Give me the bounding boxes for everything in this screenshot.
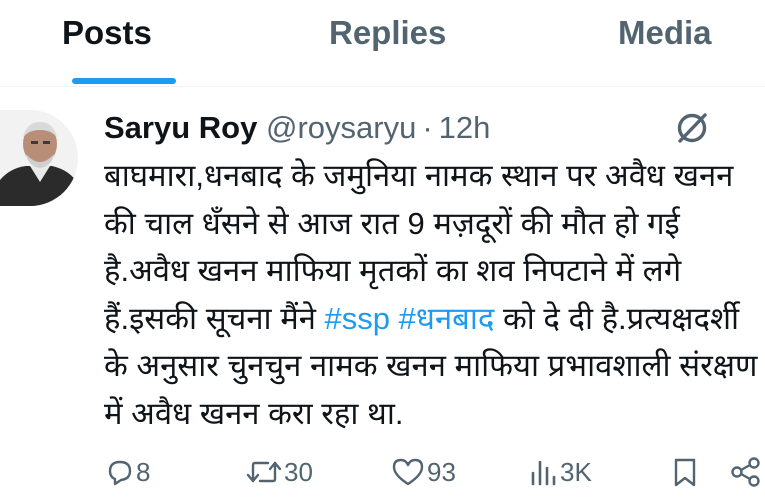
tweet-line: के अनुसार चुनचुन नामक खनन माफिया प्रभावश…	[104, 348, 758, 383]
author-handle[interactable]: @roysaryu	[266, 110, 416, 145]
bookmark-icon	[674, 458, 696, 487]
bookmark-button[interactable]	[670, 452, 700, 492]
tweet-text-segment: को दे दी है.प्रत्यक्षदर्शी	[494, 300, 740, 336]
tweet-line: बाघमारा,धनबाद के जमुनिया नामक स्थान पर अ…	[104, 158, 734, 193]
tab-posts[interactable]: Posts	[62, 14, 152, 52]
heart-icon	[392, 458, 424, 486]
active-tab-indicator	[72, 78, 176, 84]
reply-icon	[108, 460, 132, 486]
views-icon	[531, 460, 556, 486]
separator-dot: ·	[422, 110, 433, 145]
tab-replies[interactable]: Replies	[329, 14, 446, 52]
tweet-header: Saryu Roy @roysaryu · 12h	[104, 108, 490, 148]
tweet-line: में अवैध खनन करा रहा था.	[104, 395, 404, 431]
author-name[interactable]: Saryu Roy	[104, 110, 257, 145]
like-button[interactable]: 93	[391, 452, 456, 492]
views-button[interactable]: 3K	[528, 452, 592, 492]
tweet-text-segment: हैं.इसकी सूचना मैंने	[104, 300, 325, 336]
reply-count: 8	[136, 456, 151, 487]
tweet-line-with-hashtags: हैं.इसकी सूचना मैंने #ssp #धनबाद को दे द…	[104, 295, 765, 343]
grok-icon[interactable]	[672, 108, 712, 148]
tweet-line: की चाल धँसने से आज रात 9 मज़दूरों की मौत…	[104, 205, 680, 241]
tweet-actions: 8 30 93 3K	[0, 452, 765, 492]
reply-button[interactable]: 8	[106, 452, 150, 492]
tweet-text: बाघमारा,धनबाद के जमुनिया नामक स्थान पर अ…	[104, 152, 765, 437]
hashtag-dhanbad-link[interactable]: #धनबाद	[399, 301, 495, 336]
repost-icon	[246, 461, 282, 483]
views-count: 3K	[560, 456, 592, 487]
repost-button[interactable]: 30	[246, 452, 313, 492]
profile-tabs: Posts Replies Media	[0, 0, 765, 87]
tweet-line: है.अवैध खनन माफिया मृतकों का शव निपटाने …	[104, 253, 682, 288]
tab-media[interactable]: Media	[618, 14, 712, 52]
share-button[interactable]	[730, 452, 762, 492]
like-count: 93	[427, 456, 456, 487]
timestamp[interactable]: 12h	[439, 110, 491, 145]
avatar[interactable]	[0, 110, 78, 206]
hashtag-ssp-link[interactable]: #ssp	[325, 301, 390, 336]
share-icon	[731, 457, 760, 487]
repost-count: 30	[284, 456, 313, 487]
